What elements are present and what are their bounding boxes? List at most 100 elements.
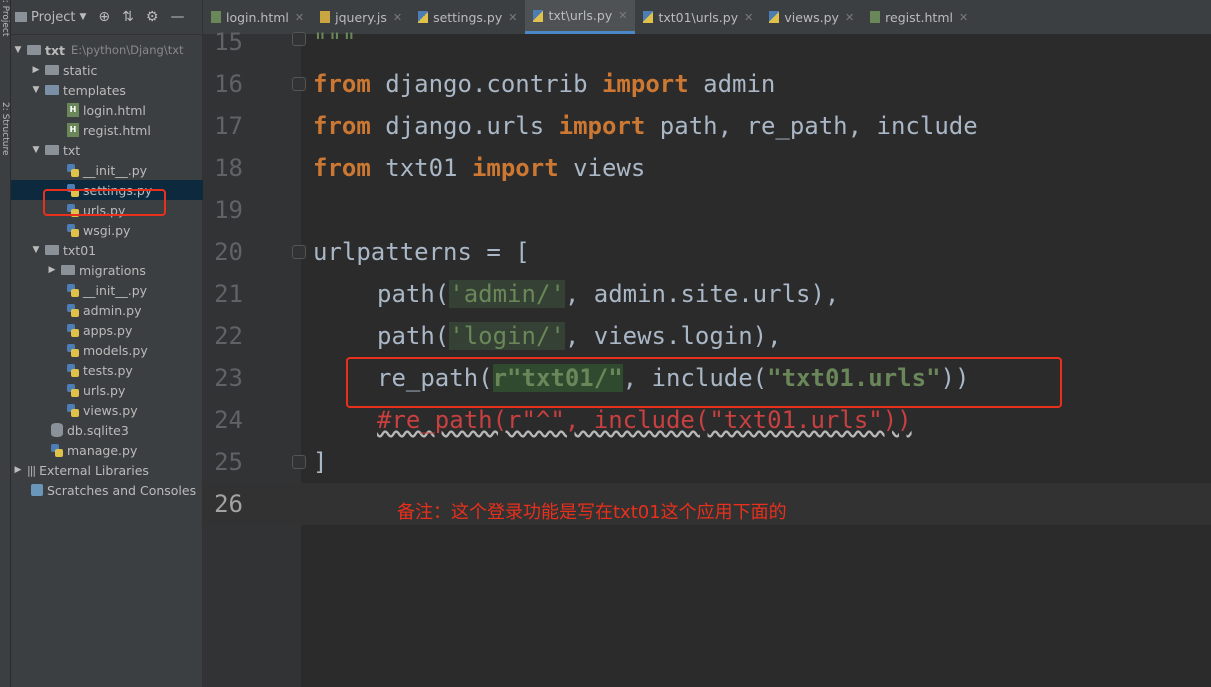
line-number: 25	[214, 448, 243, 476]
folder-icon	[15, 12, 27, 22]
tree-item[interactable]: ▶ static	[11, 60, 222, 80]
close-icon[interactable]: ✕	[295, 11, 304, 24]
fold-marker-icon[interactable]	[292, 245, 306, 259]
close-icon[interactable]: ✕	[508, 11, 517, 24]
html-file-icon	[870, 11, 881, 23]
tab-label: regist.html	[885, 9, 953, 25]
scratches-icon	[31, 484, 43, 496]
close-icon[interactable]: ✕	[618, 9, 627, 22]
collapsed-arrow-icon[interactable]: ▶	[13, 465, 23, 475]
database-icon	[51, 423, 63, 437]
python-file-icon	[418, 11, 429, 23]
module: django.contrib	[370, 70, 602, 98]
tab-views-py[interactable]: views.py ✕	[761, 0, 862, 34]
python-file-icon	[67, 323, 79, 337]
line-number: 22	[214, 322, 243, 350]
keyword: import	[601, 70, 689, 98]
keyword: import	[558, 112, 646, 140]
tree-item[interactable]: ▼ txt E:\python\Djang\txt	[11, 40, 204, 60]
code-line-21: path('admin/', admin.site.urls),	[377, 273, 839, 315]
string-literal: 'admin/'	[449, 280, 565, 308]
tree-item-label: apps.py	[83, 322, 133, 338]
locate-icon[interactable]: ⊕	[98, 9, 110, 25]
project-tool-label[interactable]: 1: Project	[0, 0, 10, 60]
folder-icon	[27, 45, 41, 55]
string-literal: 'login/'	[449, 322, 565, 350]
tab-txt-urls-py[interactable]: txt\urls.py ✕	[525, 0, 636, 34]
line-number: 20	[214, 238, 243, 266]
tab-label: settings.py	[433, 9, 503, 25]
python-file-icon	[67, 163, 79, 177]
fold-marker-icon[interactable]	[292, 455, 306, 469]
docstring-end: """	[313, 28, 357, 56]
keyword: from	[313, 112, 371, 140]
expanded-arrow-icon[interactable]: ▼	[31, 145, 41, 155]
hide-icon[interactable]: —	[170, 9, 184, 25]
library-icon: |||	[27, 463, 36, 477]
html-file-icon: H	[67, 123, 79, 137]
line-number: 15	[214, 28, 243, 56]
tree-item-label: models.py	[83, 342, 148, 358]
python-file-icon	[67, 283, 79, 297]
expanded-arrow-icon[interactable]: ▼	[31, 85, 41, 95]
tab-regist-html[interactable]: regist.html ✕	[862, 0, 976, 34]
tree-item-label: tests.py	[83, 362, 133, 378]
tab-label: txt\urls.py	[548, 8, 613, 23]
tab-settings-py[interactable]: settings.py ✕	[410, 0, 525, 34]
tree-item-label: urls.py	[83, 382, 126, 398]
project-view-selector[interactable]: Project ▼	[15, 10, 86, 25]
tree-item-label: txt01	[63, 242, 97, 258]
code-line-15: """	[313, 21, 356, 63]
urlpatterns-assign: urlpatterns = [	[313, 238, 530, 266]
code-line-20: urlpatterns = [	[313, 231, 530, 273]
call-args: , admin.site.urls),	[564, 280, 840, 308]
module: django.urls	[370, 112, 559, 140]
code-line-18: from txt01 import views	[313, 147, 645, 189]
close-icon[interactable]: ✕	[959, 11, 968, 24]
tree-item-label: db.sqlite3	[67, 422, 129, 438]
close-icon[interactable]: ✕	[744, 11, 753, 24]
line-number: 17	[214, 112, 243, 140]
collapsed-arrow-icon[interactable]: ▶	[47, 265, 57, 275]
expanded-arrow-icon[interactable]: ▼	[31, 245, 41, 255]
python-file-icon	[67, 383, 79, 397]
tree-item-label: Scratches and Consoles	[47, 482, 197, 498]
tree-item-label: templates	[63, 82, 126, 98]
folder-icon	[45, 145, 59, 155]
tree-item[interactable]: ▶ ||| External Libraries	[11, 460, 204, 480]
tree-item[interactable]: ▼ templates	[11, 80, 222, 100]
list-close: ]	[313, 448, 328, 476]
gear-icon[interactable]: ⚙	[146, 9, 159, 25]
python-file-icon	[51, 443, 63, 457]
code-line-17: from django.urls import path, re_path, i…	[313, 105, 978, 147]
annotation-note: 备注：这个登录功能是写在txt01这个应用下面的	[397, 502, 787, 523]
call-args: , views.login),	[564, 322, 782, 350]
imported-name: admin	[688, 70, 776, 98]
tree-item[interactable]: ▼ txt	[11, 140, 222, 160]
close-icon[interactable]: ✕	[845, 11, 854, 24]
fold-marker-icon[interactable]	[292, 32, 306, 46]
line-number-current: 26	[214, 490, 243, 518]
imported-name: path, re_path, include	[645, 112, 978, 140]
folder-icon	[45, 245, 59, 255]
python-file-icon	[67, 363, 79, 377]
fold-marker-icon[interactable]	[292, 77, 306, 91]
tree-item-label: txt	[63, 142, 81, 158]
expanded-arrow-icon[interactable]: ▼	[13, 45, 23, 55]
folder-icon	[61, 265, 75, 275]
collapse-icon[interactable]: ⇅	[122, 9, 134, 25]
html-file-icon: H	[67, 103, 79, 117]
tree-item[interactable]: ▼ txt01	[11, 240, 222, 260]
keyword: import	[471, 154, 559, 182]
imported-name: views	[558, 154, 646, 182]
close-icon[interactable]: ✕	[393, 11, 402, 24]
line-number: 21	[214, 280, 243, 308]
tab-txt01-urls-py[interactable]: txt01\urls.py ✕	[635, 0, 761, 34]
tab-label: txt01\urls.py	[658, 9, 739, 25]
tree-item-label: __init__.py	[83, 282, 148, 298]
code-line-25: ]	[313, 441, 327, 483]
collapsed-arrow-icon[interactable]: ▶	[31, 65, 41, 75]
structure-tool-label[interactable]: 2: Structure	[0, 102, 10, 168]
tree-item[interactable]: Scratches and Consoles	[11, 480, 218, 500]
tree-item-label: admin.py	[83, 302, 142, 318]
